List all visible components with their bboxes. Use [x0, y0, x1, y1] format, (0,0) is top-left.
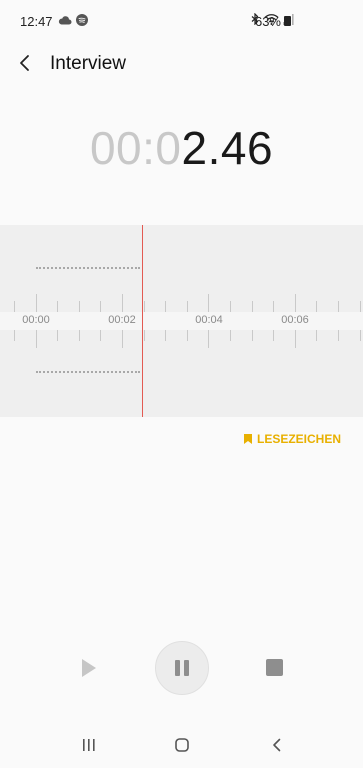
- timeline-label: 00:04: [195, 314, 223, 326]
- timeline-tick: [14, 301, 15, 312]
- timeline-tick: [57, 301, 58, 312]
- system-nav-bar: [0, 722, 363, 768]
- timeline-tick: [316, 301, 317, 312]
- waveform-area[interactable]: 00:00 00:02 00:04 00:06: [0, 225, 363, 417]
- app-header: Interview: [0, 44, 363, 84]
- bookmark-icon: [243, 434, 252, 444]
- timeline-tick: [252, 330, 253, 341]
- recent-apps-icon: [83, 739, 95, 751]
- timeline-tick: [273, 301, 274, 312]
- timeline-tick: [230, 301, 231, 312]
- pause-button[interactable]: [155, 641, 209, 695]
- timer-active-digits: 2.46: [181, 122, 274, 174]
- timeline-tick: [208, 330, 209, 348]
- timeline-tick: [230, 330, 231, 341]
- bookmark-button[interactable]: LESEZEICHEN: [243, 432, 341, 446]
- timeline-tick: [122, 330, 123, 348]
- timeline-tick: [360, 301, 361, 312]
- bookmark-label: LESEZEICHEN: [256, 432, 341, 446]
- status-left-icons: [58, 14, 88, 26]
- back-icon: [273, 738, 281, 752]
- nav-back-button[interactable]: [270, 738, 284, 752]
- playhead: [142, 225, 143, 417]
- timeline-tick: [338, 330, 339, 341]
- waveform-lower-trace: [36, 371, 140, 373]
- timeline-tick: [36, 330, 37, 348]
- spotify-icon: [76, 14, 88, 26]
- timeline-tick: [252, 301, 253, 312]
- status-bar: 12:47 63%: [0, 0, 363, 44]
- home-icon: [175, 738, 189, 752]
- home-button[interactable]: [175, 738, 189, 752]
- timer-inactive-digits: 00:0: [89, 122, 182, 174]
- timeline-tick: [295, 330, 296, 348]
- timeline-tick: [316, 330, 317, 341]
- timeline-tick: [79, 301, 80, 312]
- recording-timer: 00:02.46: [0, 120, 363, 176]
- timeline-tick: [338, 301, 339, 312]
- timeline-tick: [187, 301, 188, 312]
- back-arrow-icon: [20, 55, 29, 71]
- timeline-tick: [165, 330, 166, 341]
- timeline-label: 00:06: [281, 314, 309, 326]
- recent-apps-button[interactable]: [80, 738, 98, 752]
- timeline-tick: [36, 294, 37, 312]
- timeline-tick: [165, 301, 166, 312]
- timeline-tick: [57, 330, 58, 341]
- playback-controls: [0, 640, 363, 696]
- timeline-tick: [100, 301, 101, 312]
- timeline-tick: [208, 294, 209, 312]
- timeline-tick: [14, 330, 15, 341]
- timeline-tick: [360, 330, 361, 341]
- waveform-upper-trace: [36, 267, 140, 269]
- timeline-label: 00:00: [22, 314, 50, 326]
- back-button[interactable]: [14, 48, 38, 78]
- battery-percent: 63%: [254, 14, 281, 29]
- timeline-tick: [144, 301, 145, 312]
- page-title: Interview: [50, 53, 127, 74]
- timeline-tick: [100, 330, 101, 341]
- play-icon: [82, 659, 96, 677]
- timeline-tick: [144, 330, 145, 341]
- timeline-tick: [187, 330, 188, 341]
- timeline-label: 00:02: [108, 314, 136, 326]
- timeline-tick: [122, 294, 123, 312]
- status-time: 12:47: [20, 14, 53, 29]
- battery-icon: [284, 16, 291, 26]
- play-button[interactable]: [76, 656, 100, 680]
- cloud-icon: [58, 16, 72, 25]
- timeline-tick: [273, 330, 274, 341]
- stop-button[interactable]: [266, 659, 283, 676]
- timeline-tick: [295, 294, 296, 312]
- timeline-tick: [79, 330, 80, 341]
